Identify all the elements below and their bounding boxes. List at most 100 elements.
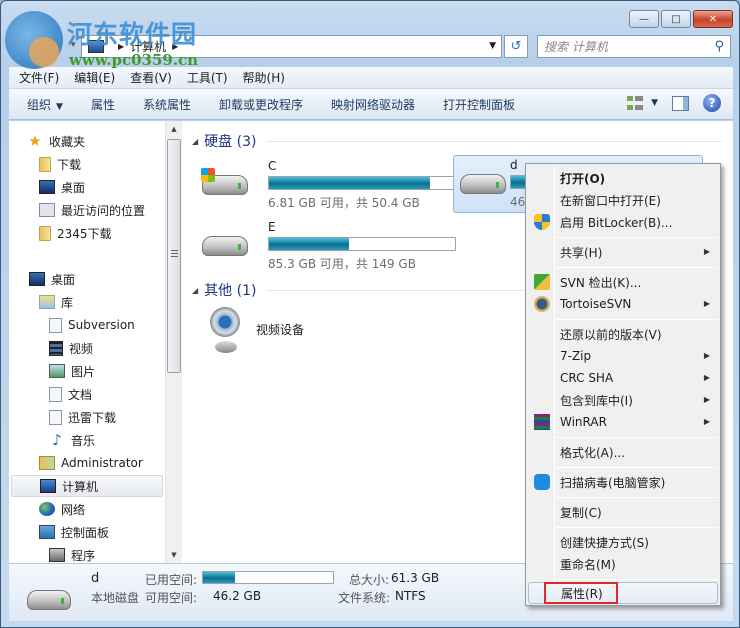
menu-view[interactable]: 查看(V) (130, 69, 172, 86)
scroll-down-icon[interactable]: ▼ (166, 547, 182, 563)
nav-2345-downloads[interactable]: 2345下载 (39, 222, 112, 244)
nav-administrator[interactable]: Administrator (39, 452, 143, 474)
menu-item-svn-checkout[interactable]: SVN 检出(K)... (528, 271, 718, 293)
uac-shield-icon (534, 214, 550, 230)
address-dropdown-icon[interactable]: ▼ (489, 41, 496, 51)
minimize-button[interactable]: — (629, 10, 659, 28)
toolbar-right: ▼ ? (627, 94, 721, 112)
nav-desktop[interactable]: 桌面 (29, 268, 75, 290)
nav-recent-places[interactable]: 最近访问的位置 (39, 199, 145, 221)
organize-button[interactable]: 组织 ▼ (27, 96, 63, 113)
nav-label: 视频 (69, 341, 94, 356)
hard-drive-icon (27, 590, 71, 610)
pc-manager-shield-icon (534, 474, 550, 490)
scroll-up-icon[interactable]: ▲ (166, 121, 182, 137)
nav-programs[interactable]: 程序 (49, 544, 95, 563)
drive-e[interactable]: E 85.3 GB 可用，共 149 GB (196, 218, 456, 274)
nav-subversion[interactable]: Subversion (49, 314, 135, 336)
details-free-label: 可用空间: (145, 591, 198, 605)
collapse-icon[interactable]: ◢ (192, 137, 198, 146)
nav-computer[interactable]: 计算机 (11, 475, 163, 497)
search-input[interactable]: 搜索 计算机 ⚲ (537, 35, 731, 58)
menu-item-7zip[interactable]: 7-Zip ▶ (528, 345, 718, 367)
nav-music[interactable]: ♪ 音乐 (49, 429, 95, 451)
star-icon: ★ (28, 132, 42, 150)
drive-name: E (268, 220, 276, 234)
nav-downloads[interactable]: 下载 (39, 153, 81, 175)
command-bar: 组织 ▼ 属性 系统属性 卸载或更改程序 映射网络驱动器 打开控制面板 ▼ ? (9, 89, 733, 120)
details-fs-label: 文件系统: (338, 591, 391, 605)
menu-bar: 文件(F) 编辑(E) 查看(V) 工具(T) 帮助(H) (9, 67, 733, 89)
webcam-icon[interactable] (210, 307, 240, 355)
nav-control-panel[interactable]: 控制面板 (39, 521, 109, 543)
video-device-label[interactable]: 视频设备 (256, 321, 304, 338)
nav-label: 计算机 (62, 479, 99, 494)
nav-label: 程序 (71, 548, 96, 563)
menu-item-open[interactable]: 打开(O) (528, 167, 718, 189)
menu-item-tortoisesvn[interactable]: TortoiseSVN ▶ (528, 293, 718, 315)
help-icon[interactable]: ? (703, 94, 721, 112)
menu-item-bitlocker[interactable]: 启用 BitLocker(B)... (528, 211, 718, 233)
menu-item-rename[interactable]: 重命名(M) (528, 553, 718, 575)
refresh-button[interactable]: ↺ (504, 35, 528, 58)
properties-button[interactable]: 属性 (91, 96, 115, 113)
submenu-arrow-icon: ▶ (703, 373, 710, 382)
nav-network[interactable]: 网络 (39, 498, 85, 520)
menu-separator (556, 319, 718, 320)
nav-pictures[interactable]: 图片 (49, 360, 95, 382)
menu-item-open-new-window[interactable]: 在新窗口中打开(E) (528, 189, 718, 211)
menu-item-copy[interactable]: 复制(C) (528, 501, 718, 523)
close-button[interactable]: ✕ (693, 10, 733, 28)
menu-help[interactable]: 帮助(H) (243, 69, 285, 86)
scroll-thumb[interactable] (167, 139, 181, 373)
map-network-drive-button[interactable]: 映射网络驱动器 (331, 96, 415, 113)
properties-highlight-box (544, 582, 618, 604)
uninstall-program-button[interactable]: 卸载或更改程序 (219, 96, 303, 113)
menu-item-winrar[interactable]: WinRAR ▶ (528, 411, 718, 433)
nav-libraries[interactable]: 库 (39, 291, 73, 313)
collapse-icon[interactable]: ◢ (192, 286, 198, 295)
nav-xunlei-downloads[interactable]: 迅雷下载 (49, 406, 116, 428)
menu-item-create-shortcut[interactable]: 创建快捷方式(S) (528, 531, 718, 553)
group-hard-disks[interactable]: ◢ 硬盘 (3) (192, 131, 722, 151)
computer-icon (40, 479, 56, 493)
preview-pane-icon[interactable] (672, 95, 689, 111)
nav-scrollbar[interactable]: ▲ ▼ (165, 121, 182, 563)
search-icon[interactable]: ⚲ (714, 39, 724, 54)
drive-name: C (268, 159, 277, 173)
watermark-title: 河东软件园 (67, 20, 198, 49)
menu-item-scan-virus[interactable]: 扫描病毒(电脑管家) (528, 471, 718, 493)
winrar-icon (534, 414, 550, 430)
menu-label: 7-Zip (560, 349, 592, 363)
nav-desktop-favorite[interactable]: 桌面 (39, 176, 85, 198)
system-properties-button[interactable]: 系统属性 (143, 96, 191, 113)
nav-videos[interactable]: 视频 (49, 337, 93, 359)
menu-item-restore-previous[interactable]: 还原以前的版本(V) (528, 323, 718, 345)
details-usage-fill (203, 572, 235, 583)
nav-label: Subversion (68, 318, 135, 332)
maximize-button[interactable]: □ (661, 10, 691, 28)
nav-label: 图片 (71, 364, 96, 379)
drive-usage-fill (269, 177, 430, 189)
drive-c[interactable]: C 6.81 GB 可用，共 50.4 GB (196, 157, 456, 213)
nav-documents[interactable]: 文档 (49, 383, 92, 405)
programs-icon (49, 548, 65, 562)
nav-label: 下载 (57, 157, 82, 172)
menu-edit[interactable]: 编辑(E) (74, 69, 115, 86)
nav-label: 迅雷下载 (68, 410, 117, 425)
menu-file[interactable]: 文件(F) (19, 69, 59, 86)
view-dropdown-icon[interactable]: ▼ (651, 98, 658, 108)
menu-item-share[interactable]: 共享(H) ▶ (528, 241, 718, 263)
tortoisesvn-icon (534, 296, 550, 312)
open-control-panel-button[interactable]: 打开控制面板 (443, 96, 515, 113)
menu-item-crc-sha[interactable]: CRC SHA ▶ (528, 367, 718, 389)
drive-info: 85.3 GB 可用，共 149 GB (268, 257, 416, 271)
menu-tools[interactable]: 工具(T) (187, 69, 228, 86)
details-drive-name: d (91, 571, 100, 586)
folder-icon (39, 156, 51, 172)
menu-item-format[interactable]: 格式化(A)... (528, 441, 718, 463)
group-label: 硬盘 (3) (204, 134, 257, 150)
menu-item-include-in-library[interactable]: 包含到库中(I) ▶ (528, 389, 718, 411)
change-view-icon[interactable] (627, 96, 644, 110)
nav-favorites[interactable]: ★ 收藏夹 (27, 130, 85, 152)
